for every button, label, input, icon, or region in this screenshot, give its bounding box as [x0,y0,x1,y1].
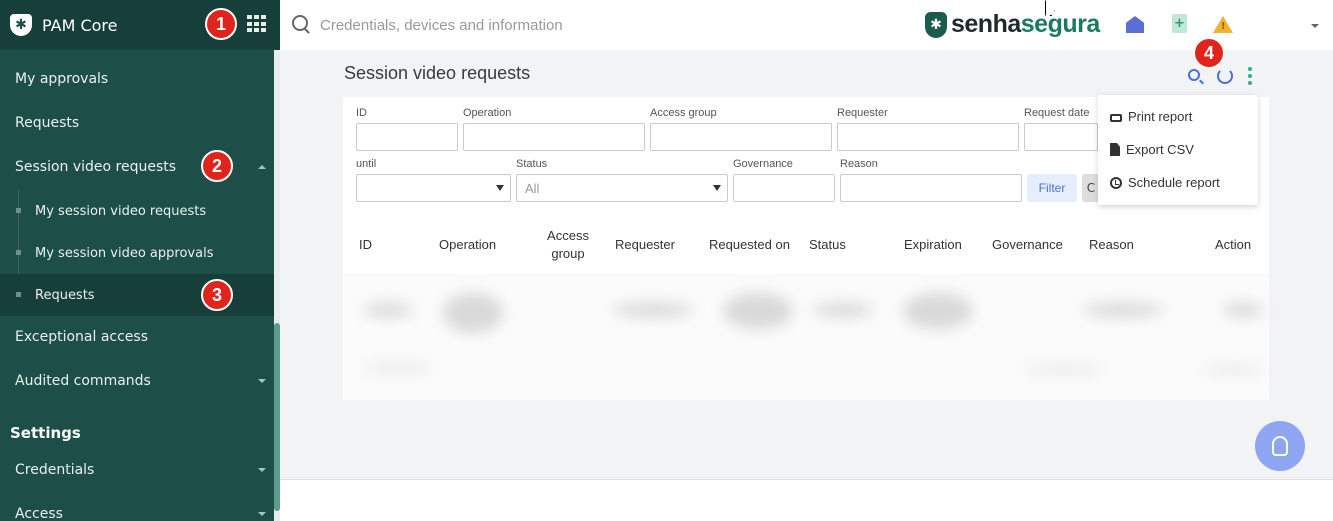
column-header-status[interactable]: Status [809,236,846,254]
sidebar-item-access[interactable]: Access [0,501,274,521]
dropdown-caret-icon [713,185,721,191]
brand-text-part1: senha [951,10,1021,38]
sidebar-item-label: Credentials [15,462,95,478]
menu-item-label: Schedule report [1128,175,1220,190]
column-header-reason[interactable]: Reason [1089,236,1134,254]
brand-shield-icon: ✱ [925,11,947,38]
chevron-down-icon [258,512,266,516]
filter-id-input[interactable] [356,123,458,151]
sidebar-item-label: Exceptional access [15,329,148,345]
brand-text-part2: segura [1020,10,1100,38]
column-header-action[interactable]: Action [1215,236,1251,254]
help-lightbulb-button[interactable] [1255,421,1305,471]
sidebar-subitem-label: My session video approvals [35,245,214,261]
clock-icon [1110,176,1122,189]
sidebar-item-label: My approvals [15,71,109,87]
page-title: Session video requests [344,63,531,83]
search-toggle-icon[interactable] [1188,69,1200,81]
filter-status-label: Status [516,158,548,170]
sidebar-item-audited-commands[interactable]: Audited commands [0,368,274,394]
blurred-table-body [343,273,1269,400]
filter-request-date-label: Request date [1024,107,1090,119]
home-icon[interactable] [1126,16,1144,33]
chevron-down-icon [258,468,266,472]
filter-access-group-input[interactable] [650,123,832,151]
bullet-icon [16,292,21,297]
sidebar-subitem-label: My session video requests [35,203,207,219]
sidebar-item-label: Session video requests [15,159,177,175]
column-header-requested-on[interactable]: Requested on [709,236,790,254]
lightbulb-icon [1272,436,1288,456]
sidebar-item-my-approvals[interactable]: My approvals [0,66,274,92]
filter-access-group-label: Access group [650,107,717,119]
column-header-expiration[interactable]: Expiration [904,236,962,254]
sidebar-item-exceptional-access[interactable]: Exceptional access [0,324,274,350]
chevron-up-icon [258,165,266,169]
dropdown-caret-icon [496,185,504,191]
filter-id-label: ID [356,107,367,119]
warning-mark: ! [1221,21,1226,32]
sidebar-item-label: Access [15,506,63,521]
filter-requester-label: Requester [837,107,888,119]
filter-operation-label: Operation [463,107,512,119]
app-logo-icon: ✱ [10,14,32,36]
sidebar: ✱ PAM Core My approvals Requests Session… [0,0,280,521]
filter-reason-input[interactable] [840,174,1022,202]
annotation-badge-1: 1 [205,8,237,40]
sidebar-item-label: Requests [15,115,80,131]
sidebar-subitem-my-session-video-approvals[interactable]: My session video approvals [0,242,274,264]
new-document-icon[interactable]: + [1172,14,1187,33]
bullet-icon [16,250,21,255]
filter-governance-input[interactable] [733,174,835,202]
more-options-icon[interactable] [1248,67,1252,85]
printer-icon [1110,113,1122,122]
column-header-access-group[interactable]: Access group [541,227,595,263]
user-menu-chevron-icon[interactable] [1311,24,1319,28]
column-header-operation[interactable]: Operation [439,236,496,254]
sidebar-header: ✱ PAM Core [0,0,280,50]
search-icon [292,15,308,31]
sidebar-subitem-label: Requests [35,287,95,303]
bullet-icon [16,208,21,213]
column-header-id[interactable]: ID [359,236,372,254]
sidebar-item-requests[interactable]: Requests [0,110,274,136]
filter-requester-input[interactable] [837,123,1019,151]
menu-item-label: Print report [1128,109,1193,124]
filter-until-select[interactable] [356,174,511,202]
chevron-down-icon [258,379,266,383]
filter-button[interactable]: Filter [1027,174,1077,202]
column-header-governance[interactable]: Governance [992,236,1063,254]
filter-operation-input[interactable] [463,123,645,151]
brand-logo: ✱ senha segura [925,10,1100,39]
filter-until-label: until [356,158,377,170]
plus-glyph: + [1174,16,1185,31]
annotation-badge-3: 3 [201,279,233,311]
report-options-menu: Print report Export CSV Schedule report [1098,95,1258,205]
annotation-badge-4: 4 [1193,37,1225,69]
apps-grid-icon[interactable] [247,15,267,33]
page-footer [280,479,1333,521]
sidebar-subitem-my-session-video-requests[interactable]: My session video requests [0,200,274,222]
refresh-icon[interactable] [1217,68,1233,84]
filter-request-date-input[interactable] [1024,123,1098,151]
annotation-badge-2: 2 [201,150,233,182]
filter-reason-label: Reason [840,158,878,170]
top-bar: ✱ senhasegura + ! [280,0,1333,50]
file-icon [1110,143,1120,156]
sidebar-item-label: Audited commands [15,373,151,389]
menu-item-print-report[interactable]: Print report [1110,109,1192,124]
menu-item-label: Export CSV [1126,142,1194,157]
global-search-input[interactable] [320,13,860,37]
app-title: PAM Core [42,15,118,35]
menu-item-export-csv[interactable]: Export CSV [1110,142,1194,157]
column-header-requester[interactable]: Requester [615,236,675,254]
filter-governance-label: Governance [733,158,793,170]
sidebar-item-credentials[interactable]: Credentials [0,457,274,483]
settings-heading: Settings [10,424,81,442]
filter-status-value: All [525,181,540,196]
menu-item-schedule-report[interactable]: Schedule report [1110,175,1220,190]
filter-status-select[interactable]: All [516,174,728,202]
